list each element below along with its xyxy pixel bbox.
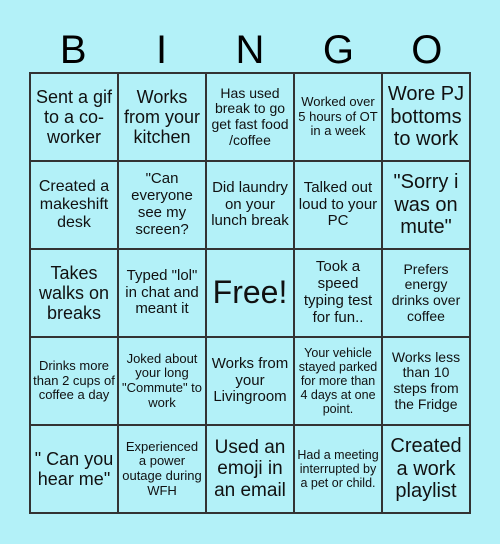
header-letter-b: B bbox=[59, 28, 87, 72]
bingo-cell[interactable]: Wore PJ bottoms to work bbox=[382, 73, 470, 161]
bingo-cell[interactable]: Worked over 5 hours of OT in a week bbox=[294, 73, 382, 161]
bingo-cell[interactable]: Used an emoji in an email bbox=[206, 425, 294, 513]
bingo-cell[interactable]: Took a speed typing test for fun.. bbox=[294, 249, 382, 337]
header-letter-g: G bbox=[322, 28, 354, 72]
bingo-header: B I N G O bbox=[29, 28, 471, 72]
header-letter-i: I bbox=[156, 28, 168, 72]
bingo-cell[interactable]: "Can everyone see my screen? bbox=[118, 161, 206, 249]
bingo-cell[interactable]: Works from your Livingroom bbox=[206, 337, 294, 425]
bingo-cell[interactable]: Did laundry on your lunch break bbox=[206, 161, 294, 249]
bingo-cell[interactable]: Joked about your long "Commute" to work bbox=[118, 337, 206, 425]
header-letter-n: N bbox=[235, 28, 265, 72]
bingo-cell[interactable]: Created a makeshift desk bbox=[30, 161, 118, 249]
bingo-cell[interactable]: Takes walks on breaks bbox=[30, 249, 118, 337]
bingo-cell[interactable]: Drinks more than 2 cups of coffee a day bbox=[30, 337, 118, 425]
bingo-cell[interactable]: " Can you hear me" bbox=[30, 425, 118, 513]
bingo-cell[interactable]: Sent a gif to a co-worker bbox=[30, 73, 118, 161]
header-letter-o: O bbox=[411, 28, 443, 72]
bingo-cell[interactable]: Works from your kitchen bbox=[118, 73, 206, 161]
bingo-cell[interactable]: Had a meeting interrupted by a pet or ch… bbox=[294, 425, 382, 513]
bingo-grid: Sent a gif to a co-worker Works from you… bbox=[29, 72, 471, 514]
bingo-cell[interactable]: Typed "lol" in chat and meant it bbox=[118, 249, 206, 337]
bingo-cell[interactable]: "Sorry i was on mute" bbox=[382, 161, 470, 249]
bingo-cell[interactable]: Your vehicle stayed parked for more than… bbox=[294, 337, 382, 425]
bingo-cell[interactable]: Works less than 10 steps from the Fridge bbox=[382, 337, 470, 425]
free-space-cell[interactable]: Free! bbox=[206, 249, 294, 337]
bingo-cell[interactable]: Prefers energy drinks over coffee bbox=[382, 249, 470, 337]
bingo-cell[interactable]: Talked out loud to your PC bbox=[294, 161, 382, 249]
bingo-cell[interactable]: Experienced a power outage during WFH bbox=[118, 425, 206, 513]
bingo-cell[interactable]: Created a work playlist bbox=[382, 425, 470, 513]
bingo-cell[interactable]: Has used break to go get fast food /coff… bbox=[206, 73, 294, 161]
